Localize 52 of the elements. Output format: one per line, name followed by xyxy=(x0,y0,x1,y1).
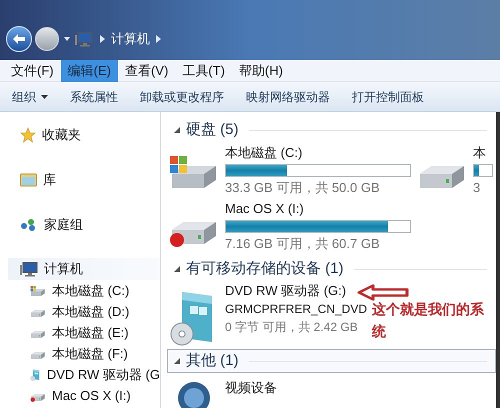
menu-item[interactable]: 查看(V) xyxy=(118,60,176,82)
toolbar-button[interactable]: 系统属性 xyxy=(70,88,118,106)
computer-icon xyxy=(75,32,93,46)
drive-name: 本 xyxy=(473,144,487,162)
toolbar-button[interactable]: 组织 xyxy=(12,88,48,106)
star-icon xyxy=(20,126,36,142)
menu-item[interactable]: 编辑(E) xyxy=(60,60,118,82)
chevron-right-icon xyxy=(156,35,161,43)
free-space-text: 7.16 GB 可用，共 60.7 GB xyxy=(225,235,381,253)
nav-item[interactable]: 本地磁盘 (F:) xyxy=(20,343,160,364)
nav-item[interactable]: 收藏夹 xyxy=(8,112,160,157)
free-space-text: 0 字节 可用，共 2.42 GB xyxy=(225,319,359,336)
breadcrumb-item[interactable]: 计算机 xyxy=(111,29,150,49)
nav-item[interactable]: 本地磁盘 (D:) xyxy=(20,301,160,322)
nav-item[interactable]: 本地磁盘 (C:) xyxy=(20,280,160,301)
volume-label: GRMCPRFRER_CN_DVD xyxy=(225,301,368,318)
annotation-text: 这个就是我们的系统 xyxy=(372,300,485,341)
free-space-text: 33.3 GB 可用，共 50.0 GB xyxy=(225,179,381,197)
toolbar-button[interactable]: 打开控制面板 xyxy=(352,88,424,106)
menu-item[interactable]: 工具(T) xyxy=(175,60,232,82)
caret-icon[interactable] xyxy=(64,37,70,41)
collapse-triangle-icon[interactable] xyxy=(174,127,180,133)
drive-name: Mac OS X (I:) xyxy=(225,200,305,218)
back-button[interactable] xyxy=(6,26,32,52)
free-space-text: 3 xyxy=(473,179,482,197)
nav-item[interactable]: 家庭组 xyxy=(8,202,160,247)
toolbar-button[interactable]: 卸载或更改程序 xyxy=(140,88,224,106)
chevron-right-icon xyxy=(100,35,105,43)
toolbar-button[interactable]: 映射网络驱动器 xyxy=(246,88,330,106)
forward-button[interactable] xyxy=(35,27,59,51)
computer-icon xyxy=(20,262,38,276)
group-header[interactable]: 硬盘 (5) xyxy=(167,118,496,142)
drive-name: DVD RW 驱动器 (G:) xyxy=(225,282,348,300)
nav-item[interactable]: DVD RW 驱动器 (G xyxy=(20,364,160,385)
menu-item[interactable]: 文件(F) xyxy=(4,60,61,82)
device-name: 视频设备 xyxy=(225,379,277,397)
drive-with-flag-icon xyxy=(30,284,46,298)
nav-item[interactable]: 本地磁盘 (E:) xyxy=(20,322,160,343)
network-people-icon xyxy=(20,218,38,232)
folder-icon xyxy=(20,172,37,186)
dvd-drive-icon xyxy=(30,368,41,382)
group-header[interactable]: 有可移动存储的设备 (1) xyxy=(167,257,496,281)
collapse-triangle-icon[interactable] xyxy=(174,266,180,272)
nav-item[interactable]: 库 xyxy=(8,157,160,202)
group-header[interactable]: 其他 (1) xyxy=(167,349,496,373)
arrow-left-icon xyxy=(13,34,25,44)
collapse-triangle-icon[interactable] xyxy=(174,358,180,364)
nav-item[interactable]: 计算机 xyxy=(8,258,160,280)
menu-item[interactable]: 帮助(H) xyxy=(232,60,290,82)
nav-item[interactable]: Mac OS X (I:) xyxy=(20,385,160,406)
annotation-arrow xyxy=(357,284,409,301)
drive-name: 本地磁盘 (C:) xyxy=(225,144,304,162)
